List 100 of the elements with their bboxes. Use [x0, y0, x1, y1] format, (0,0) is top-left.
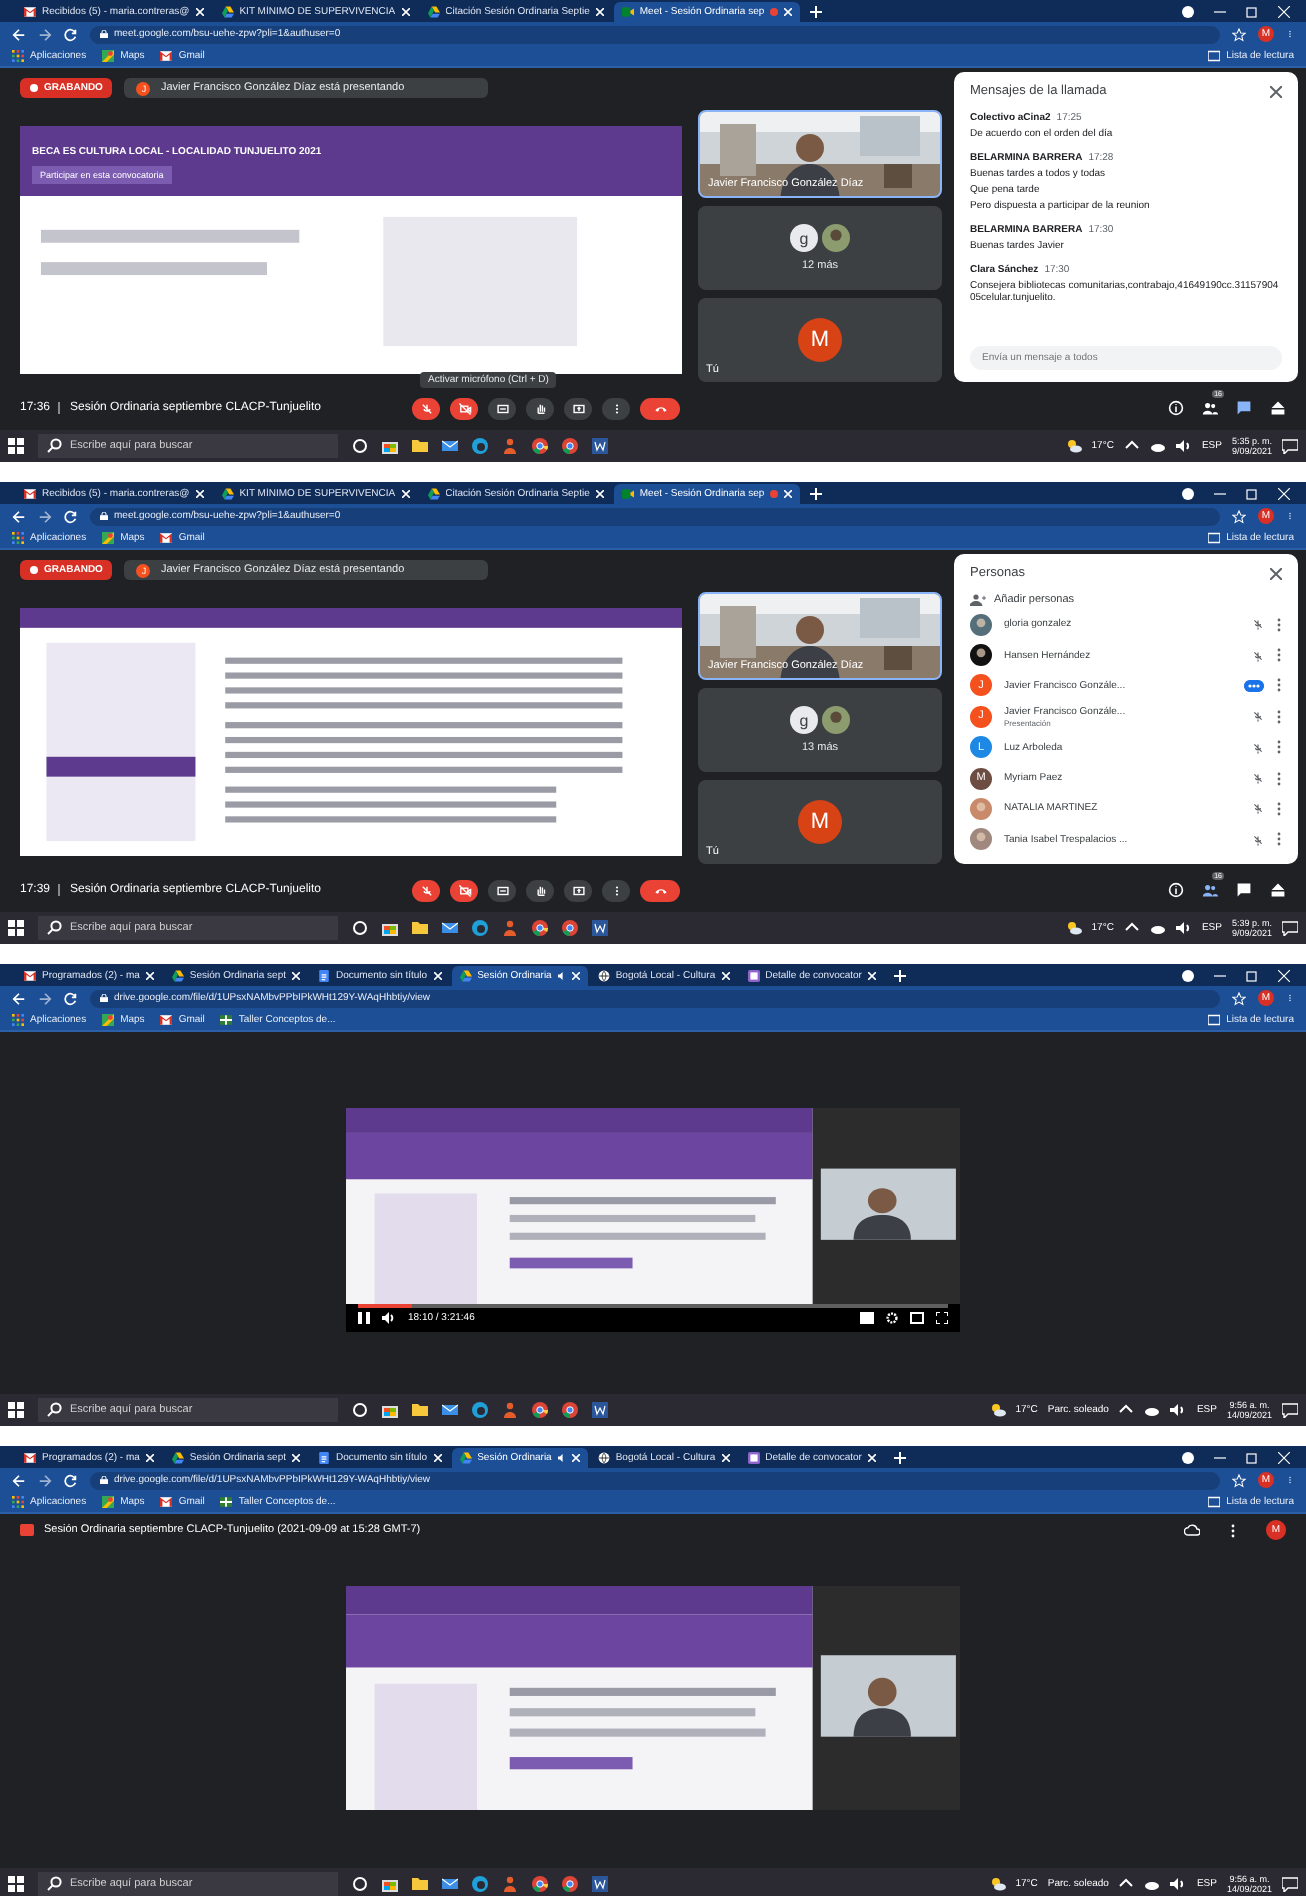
chrome-icon[interactable] [562, 1402, 578, 1418]
speaker-icon[interactable] [1170, 1402, 1187, 1418]
swirl-icon[interactable] [472, 438, 488, 454]
plus-icon[interactable] [893, 970, 906, 982]
captions-button[interactable] [488, 397, 516, 419]
sun-cloud-icon[interactable] [989, 1402, 1006, 1418]
forward-icon[interactable] [38, 509, 52, 523]
person-icon[interactable] [502, 1402, 518, 1418]
hang-up-button[interactable] [640, 879, 680, 901]
cloud-icon[interactable] [1149, 920, 1166, 936]
envelope-icon[interactable] [442, 438, 458, 454]
back-icon[interactable] [12, 27, 26, 41]
close-icon[interactable] [1270, 567, 1282, 579]
minimize-icon[interactable] [1214, 6, 1226, 18]
circle-icon[interactable] [352, 1402, 368, 1418]
pause-icon[interactable] [358, 1312, 370, 1324]
maximize-icon[interactable] [1246, 970, 1258, 982]
minimize-icon[interactable] [1214, 488, 1226, 500]
more-icon[interactable] [1276, 617, 1282, 632]
sun-cloud-icon[interactable] [1065, 438, 1082, 454]
circle-icon[interactable] [352, 438, 368, 454]
cloud-icon[interactable] [1184, 1524, 1200, 1536]
more-icon[interactable] [1276, 678, 1282, 693]
more-button[interactable] [602, 397, 630, 419]
hand-button[interactable] [526, 879, 554, 901]
fullscreen-icon[interactable] [936, 1312, 948, 1324]
swirl-icon[interactable] [472, 920, 488, 936]
more-icon[interactable] [1276, 709, 1282, 724]
back-icon[interactable] [12, 1473, 26, 1487]
more-icon[interactable] [1276, 801, 1282, 816]
notification-icon[interactable] [1282, 920, 1298, 936]
close-icon[interactable] [1270, 85, 1282, 97]
star-icon[interactable] [1232, 509, 1246, 523]
windows-icon[interactable] [8, 920, 24, 936]
people-icon[interactable] [1202, 400, 1218, 416]
reload-icon[interactable] [64, 27, 78, 41]
shapes-icon[interactable] [1270, 400, 1286, 416]
word-icon[interactable] [592, 438, 608, 454]
forward-icon[interactable] [38, 27, 52, 41]
camera-button[interactable] [450, 879, 478, 901]
mic-button[interactable] [412, 879, 440, 901]
envelope-icon[interactable] [442, 920, 458, 936]
folder-icon[interactable] [412, 920, 428, 936]
reload-icon[interactable] [64, 509, 78, 523]
person-icon[interactable] [502, 920, 518, 936]
more-button[interactable] [602, 879, 630, 901]
caret-icon[interactable] [1123, 920, 1140, 936]
chrome-icon[interactable] [562, 920, 578, 936]
speaker-icon[interactable] [1175, 438, 1192, 454]
present-button[interactable] [564, 397, 592, 419]
present-button[interactable] [564, 879, 592, 901]
windows-icon[interactable] [8, 1402, 24, 1418]
cloud-icon[interactable] [1144, 1402, 1161, 1418]
reload-icon[interactable] [64, 991, 78, 1005]
cloud-icon[interactable] [1149, 438, 1166, 454]
back-icon[interactable] [12, 991, 26, 1005]
volume-icon[interactable] [382, 1312, 396, 1324]
plus-icon[interactable] [810, 6, 823, 18]
bag-icon[interactable] [382, 438, 398, 454]
word-icon[interactable] [592, 1402, 608, 1418]
minimize-icon[interactable] [1214, 970, 1226, 982]
folder-icon[interactable] [412, 1402, 428, 1418]
star-icon[interactable] [1232, 1473, 1246, 1487]
hand-button[interactable] [526, 397, 554, 419]
mic-button[interactable] [412, 397, 440, 419]
chrome-icon[interactable] [532, 1402, 548, 1418]
speaker-icon[interactable] [1175, 920, 1192, 936]
profile-icon[interactable] [1182, 488, 1194, 500]
maximize-icon[interactable] [1246, 488, 1258, 500]
swirl-icon[interactable] [472, 1402, 488, 1418]
maximize-icon[interactable] [1246, 6, 1258, 18]
chrome-icon[interactable] [532, 438, 548, 454]
envelope-icon[interactable] [442, 1402, 458, 1418]
sun-cloud-icon[interactable] [1065, 920, 1082, 936]
info-icon[interactable] [1168, 882, 1184, 898]
plus-icon[interactable] [893, 1452, 906, 1464]
more-icon[interactable] [1276, 771, 1282, 786]
caret-icon[interactable] [1123, 438, 1140, 454]
camera-button[interactable] [450, 397, 478, 419]
more-icon[interactable] [1276, 648, 1282, 663]
forward-icon[interactable] [38, 991, 52, 1005]
chat-icon[interactable] [1236, 400, 1252, 416]
chrome-icon[interactable] [562, 438, 578, 454]
folder-icon[interactable] [412, 438, 428, 454]
more-icon[interactable] [1276, 832, 1282, 847]
settings-icon[interactable] [886, 1312, 898, 1324]
profile-icon[interactable] [1182, 970, 1194, 982]
hang-up-button[interactable] [640, 397, 680, 419]
minimize-icon[interactable] [1214, 1452, 1226, 1464]
back-icon[interactable] [12, 509, 26, 523]
plus-icon[interactable] [810, 488, 823, 500]
notification-icon[interactable] [1282, 1402, 1298, 1418]
captions-button[interactable] [488, 879, 516, 901]
more-icon[interactable] [1276, 740, 1282, 755]
maximize-icon[interactable] [1246, 1452, 1258, 1464]
profile-icon[interactable] [1182, 6, 1194, 18]
notification-icon[interactable] [1282, 438, 1298, 454]
people-icon[interactable] [1202, 882, 1218, 898]
window-icon[interactable] [910, 1312, 924, 1324]
more-icon[interactable] [1230, 1523, 1236, 1537]
